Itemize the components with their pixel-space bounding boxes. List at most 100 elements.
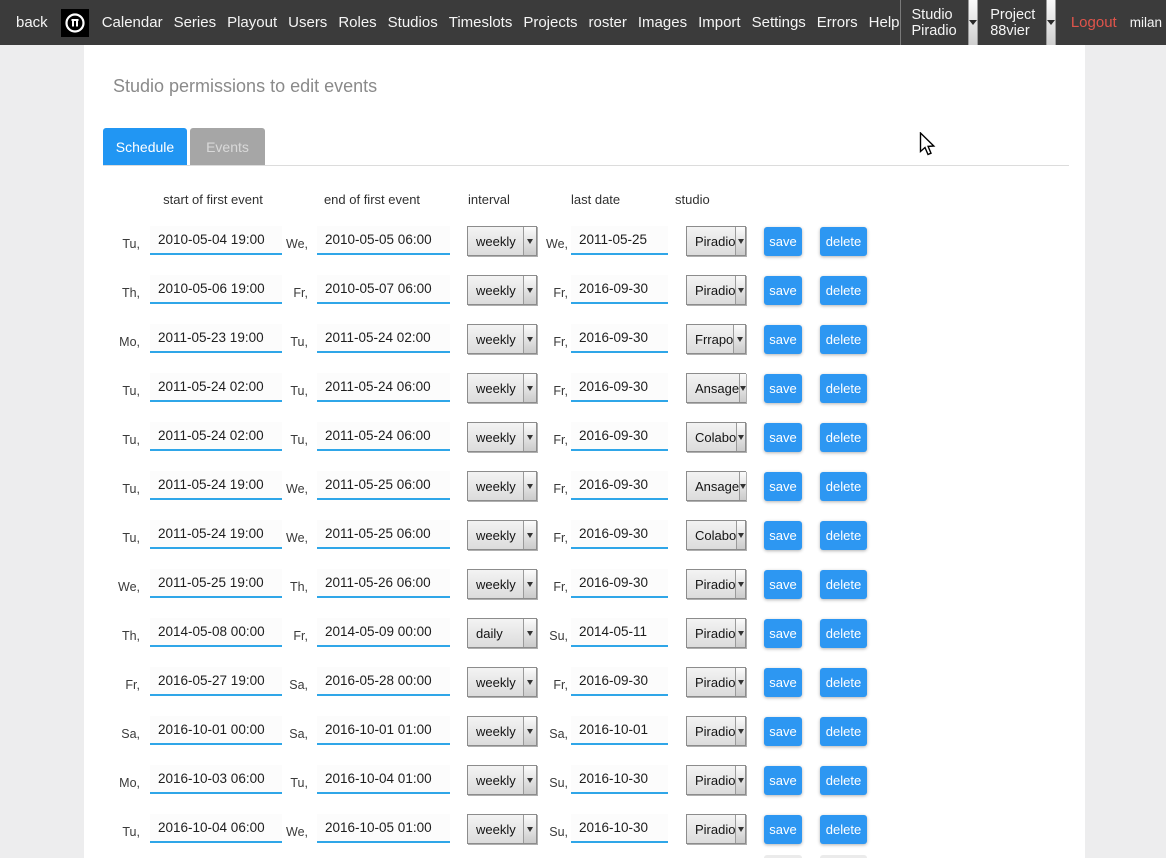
start-datetime-input[interactable]: 2011-05-24 02:00 bbox=[150, 422, 282, 451]
save-button[interactable]: save bbox=[764, 815, 802, 844]
delete-button[interactable]: delete bbox=[820, 717, 867, 746]
nav-item-timeslots[interactable]: Timeslots bbox=[449, 14, 513, 31]
interval-select[interactable]: weekly bbox=[467, 520, 537, 550]
last-date-input[interactable]: 2016-09-30 bbox=[571, 324, 668, 353]
studio-row-select-arrow-icon[interactable] bbox=[735, 570, 745, 598]
end-datetime-input[interactable]: 2011-05-24 06:00 bbox=[317, 422, 450, 451]
interval-select-arrow-icon[interactable] bbox=[523, 815, 536, 843]
interval-select[interactable]: weekly bbox=[467, 765, 537, 795]
save-button[interactable]: save bbox=[764, 276, 802, 305]
delete-button[interactable]: delete bbox=[820, 325, 867, 354]
last-date-input[interactable]: 2016-10-30 bbox=[571, 765, 668, 794]
start-datetime-input[interactable]: 2010-05-04 19:00 bbox=[150, 226, 282, 255]
end-datetime-input[interactable]: 2016-10-05 01:00 bbox=[317, 814, 450, 843]
interval-select-arrow-icon[interactable] bbox=[523, 227, 536, 255]
nav-item-playout[interactable]: Playout bbox=[227, 14, 277, 31]
studio-row-select[interactable]: Piradio bbox=[686, 814, 746, 844]
interval-select[interactable]: daily bbox=[467, 618, 537, 648]
nav-item-settings[interactable]: Settings bbox=[752, 14, 806, 31]
end-datetime-input[interactable]: 2011-05-25 06:00 bbox=[317, 471, 450, 500]
studio-row-select[interactable]: Piradio bbox=[686, 765, 746, 795]
start-datetime-input[interactable]: 2016-05-27 19:00 bbox=[150, 667, 282, 696]
start-datetime-input[interactable]: 2016-10-03 06:00 bbox=[150, 765, 282, 794]
end-datetime-input[interactable]: 2010-05-07 06:00 bbox=[317, 275, 450, 304]
delete-button[interactable]: delete bbox=[820, 668, 867, 697]
studio-select-arrow-icon[interactable] bbox=[968, 0, 978, 45]
interval-select[interactable]: weekly bbox=[467, 422, 537, 452]
interval-select-arrow-icon[interactable] bbox=[523, 472, 536, 500]
interval-select[interactable]: weekly bbox=[467, 716, 537, 746]
studio-row-select-arrow-icon[interactable] bbox=[735, 717, 745, 745]
end-datetime-input[interactable]: 2011-05-26 06:00 bbox=[317, 569, 450, 598]
interval-select-arrow-icon[interactable] bbox=[523, 374, 536, 402]
end-datetime-input[interactable]: 2011-05-24 02:00 bbox=[317, 324, 450, 353]
interval-select-arrow-icon[interactable] bbox=[523, 325, 536, 353]
studio-row-select[interactable]: Piradio bbox=[686, 275, 746, 305]
tab-schedule[interactable]: Schedule bbox=[103, 128, 187, 165]
last-date-input[interactable]: 2016-09-30 bbox=[571, 275, 668, 304]
save-button[interactable]: save bbox=[764, 570, 802, 599]
start-datetime-input[interactable]: 2011-05-24 02:00 bbox=[150, 373, 282, 402]
save-button[interactable]: save bbox=[764, 521, 802, 550]
delete-button[interactable]: delete bbox=[820, 815, 867, 844]
studio-row-select[interactable]: Piradio bbox=[686, 667, 746, 697]
studio-row-select[interactable]: Ansage bbox=[686, 373, 746, 403]
interval-select[interactable]: weekly bbox=[467, 275, 537, 305]
interval-select[interactable]: weekly bbox=[467, 667, 537, 697]
delete-button[interactable]: delete bbox=[820, 570, 867, 599]
studio-select[interactable]: Studio Piradio bbox=[906, 0, 979, 45]
nav-item-help[interactable]: Help bbox=[869, 14, 900, 31]
studio-row-select-arrow-icon[interactable] bbox=[735, 668, 745, 696]
tab-events[interactable]: Events bbox=[190, 128, 265, 165]
interval-select-arrow-icon[interactable] bbox=[523, 276, 536, 304]
studio-row-select-arrow-icon[interactable] bbox=[736, 423, 745, 451]
end-datetime-input[interactable]: 2011-05-24 06:00 bbox=[317, 373, 450, 402]
save-button[interactable]: save bbox=[764, 766, 802, 795]
interval-select[interactable]: weekly bbox=[467, 324, 537, 354]
nav-item-errors[interactable]: Errors bbox=[817, 14, 858, 31]
end-datetime-input[interactable]: 2014-05-09 00:00 bbox=[317, 618, 450, 647]
last-date-input[interactable]: 2016-10-30 bbox=[571, 814, 668, 843]
delete-button[interactable]: delete bbox=[820, 472, 867, 501]
studio-row-select-arrow-icon[interactable] bbox=[739, 374, 746, 402]
studio-row-select-arrow-icon[interactable] bbox=[739, 472, 746, 500]
delete-button[interactable]: delete bbox=[820, 619, 867, 648]
last-date-input[interactable]: 2016-09-30 bbox=[571, 569, 668, 598]
studio-row-select-arrow-icon[interactable] bbox=[733, 325, 745, 353]
last-date-input[interactable]: 2014-05-11 bbox=[571, 618, 668, 647]
interval-select[interactable]: weekly bbox=[467, 569, 537, 599]
interval-select-arrow-icon[interactable] bbox=[523, 668, 536, 696]
studio-row-select-arrow-icon[interactable] bbox=[735, 766, 745, 794]
interval-select[interactable]: weekly bbox=[467, 814, 537, 844]
last-date-input[interactable]: 2011-05-25 bbox=[571, 226, 668, 255]
pi-radio-logo-icon[interactable] bbox=[61, 9, 89, 37]
studio-row-select-arrow-icon[interactable] bbox=[735, 227, 745, 255]
studio-row-select-arrow-icon[interactable] bbox=[735, 276, 745, 304]
nav-item-users[interactable]: Users bbox=[288, 14, 327, 31]
interval-select-arrow-icon[interactable] bbox=[523, 521, 536, 549]
studio-row-select[interactable]: Piradio bbox=[686, 618, 746, 648]
delete-button[interactable]: delete bbox=[820, 227, 867, 256]
start-datetime-input[interactable]: 2011-05-23 19:00 bbox=[150, 324, 282, 353]
end-datetime-input[interactable]: 2016-10-04 01:00 bbox=[317, 765, 450, 794]
studio-row-select[interactable]: Piradio bbox=[686, 716, 746, 746]
start-datetime-input[interactable]: 2011-05-24 19:00 bbox=[150, 471, 282, 500]
studio-row-select[interactable]: Piradio bbox=[686, 569, 746, 599]
studio-row-select[interactable]: Piradio bbox=[686, 226, 746, 256]
nav-item-roster[interactable]: roster bbox=[589, 14, 627, 31]
last-date-input[interactable]: 2016-09-30 bbox=[571, 373, 668, 402]
studio-row-select[interactable]: Frrapo bbox=[686, 324, 746, 354]
nav-item-series[interactable]: Series bbox=[174, 14, 217, 31]
start-datetime-input[interactable]: 2011-05-25 19:00 bbox=[150, 569, 282, 598]
last-date-input[interactable]: 2016-09-30 bbox=[571, 422, 668, 451]
start-datetime-input[interactable]: 2011-05-24 19:00 bbox=[150, 520, 282, 549]
save-button[interactable]: save bbox=[764, 717, 802, 746]
nav-back-link[interactable]: back bbox=[16, 14, 48, 31]
interval-select[interactable]: weekly bbox=[467, 373, 537, 403]
studio-row-select-arrow-icon[interactable] bbox=[736, 521, 745, 549]
project-select-arrow-icon[interactable] bbox=[1046, 0, 1056, 45]
studio-row-select-arrow-icon[interactable] bbox=[735, 619, 745, 647]
interval-select-arrow-icon[interactable] bbox=[523, 423, 536, 451]
last-date-input[interactable]: 2016-09-30 bbox=[571, 667, 668, 696]
nav-item-images[interactable]: Images bbox=[638, 14, 687, 31]
